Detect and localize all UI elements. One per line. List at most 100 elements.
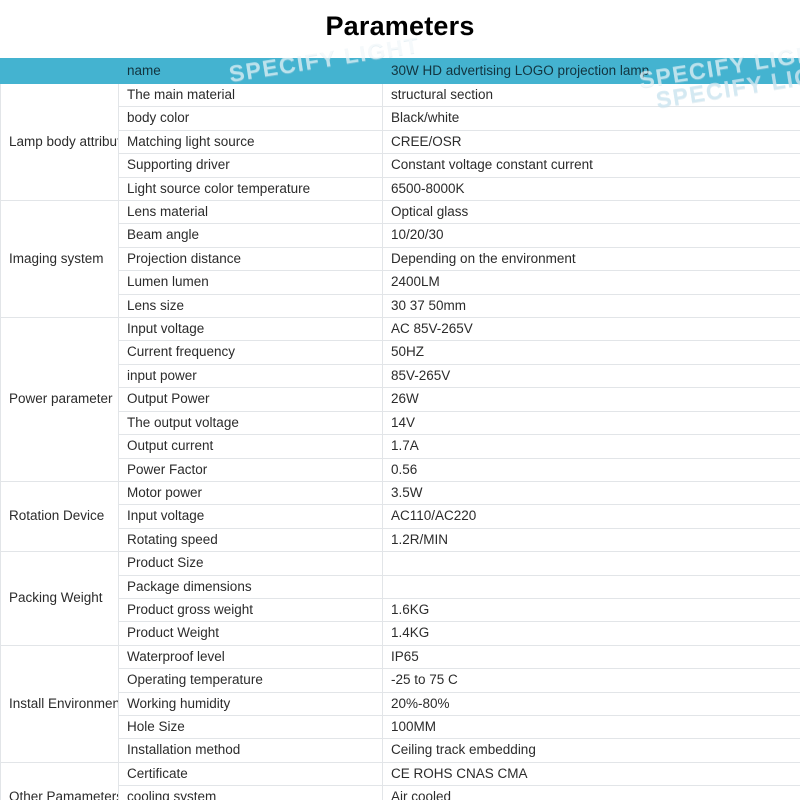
table-row: Lamp body attribute The main material stru… <box>0 82 800 202</box>
specifications-table: name 30W HD advertising LOGO projection … <box>0 58 800 800</box>
row-value-cell: Optical glass <box>382 200 800 225</box>
row-name-cell: Operating temperature <box>118 668 383 693</box>
table-row: Lens size 30 37 50mm <box>1 293 800 319</box>
row-name-cell: Power Factor <box>118 457 383 482</box>
row-name-cell: Product Weight <box>118 621 383 646</box>
table-row: Rotating speed 1.2R/MIN <box>1 527 800 553</box>
row-value-cell: 85V-265V <box>382 363 800 389</box>
table-row: Beam angle 10/20/30 <box>1 223 800 248</box>
table-row: Output Power 26W <box>1 387 800 412</box>
header-cell-group <box>0 58 119 84</box>
row-value-cell: AC110/AC220 <box>382 504 800 529</box>
row-value-cell: Ceiling track embedding <box>382 738 800 763</box>
table-row: input power 85V-265V <box>1 363 800 389</box>
table-row: Operating temperature -25 to 75 C <box>1 668 800 693</box>
row-value-cell: 1.7A <box>382 434 800 459</box>
row-value-cell: 30 37 50mm <box>382 293 800 319</box>
table-row: Rotation Device Motor power 3.5W <box>0 480 800 553</box>
row-name-cell: The output voltage <box>118 410 383 436</box>
row-value-cell: 1.4KG <box>382 621 800 646</box>
row-value-cell: Depending on the environment <box>382 246 800 272</box>
row-value-cell: 10/20/30 <box>382 223 800 248</box>
table-row: Imaging system Lens material Optical glass <box>0 200 800 319</box>
table-row: body color Black/white <box>1 106 800 131</box>
row-value-cell <box>382 574 800 599</box>
row-name-cell: Lens size <box>118 293 383 319</box>
row-name-cell: Certificate <box>118 761 383 787</box>
row-value-cell: 26W <box>382 387 800 412</box>
row-name-cell: Motor power <box>118 480 383 506</box>
table-row: Install Environment Waterproof level IP65 <box>0 644 800 763</box>
row-name-cell: Supporting driver <box>118 153 383 178</box>
table-row: Output current 1.7A <box>1 434 800 459</box>
row-value-cell: 2400LM <box>382 270 800 295</box>
row-name-cell: Beam angle <box>118 223 383 248</box>
group-label-cell: Lamp body attribute <box>0 82 119 202</box>
header-cell-value: 30W HD advertising LOGO projection lamp <box>382 58 800 84</box>
header-row: name 30W HD advertising LOGO projection … <box>0 58 800 84</box>
table-row: The output voltage 14V <box>1 410 800 436</box>
group-label-cell: Power parameter <box>0 317 119 482</box>
group-label-cell: Imaging system <box>0 200 119 319</box>
table-row: Package dimensions <box>1 574 800 599</box>
row-name-cell: Current frequency <box>118 340 383 365</box>
row-name-cell: Input voltage <box>118 504 383 529</box>
row-value-cell: 3.5W <box>382 480 800 506</box>
row-name-cell: Installation method <box>118 738 383 763</box>
row-name-cell: Lumen lumen <box>118 270 383 295</box>
table-row: Light source color temperature 6500-8000K <box>1 176 800 202</box>
table-row: Hole Size 100MM <box>1 714 800 740</box>
row-name-cell: Output current <box>118 434 383 459</box>
row-name-cell: Rotating speed <box>118 527 383 553</box>
row-value-cell: IP65 <box>382 644 800 670</box>
row-name-cell: Product Size <box>118 551 383 576</box>
table-row: Projection distance Depending on the envi… <box>1 246 800 272</box>
parameters-page: Parameters name 30W HD advertising LOGO … <box>0 0 800 800</box>
table-row: Power parameter Input voltage AC 85V-265V <box>0 317 800 482</box>
row-value-cell: Constant voltage constant current <box>382 153 800 178</box>
group-label-cell: Install Environment <box>0 644 119 763</box>
row-name-cell: Product gross weight <box>118 597 383 623</box>
row-value-cell: 20%-80% <box>382 691 800 716</box>
row-name-cell: Working humidity <box>118 691 383 716</box>
table-row: cooling system Air cooled <box>1 785 800 800</box>
row-name-cell: Package dimensions <box>118 574 383 599</box>
table-row: Product gross weight 1.6KG <box>1 597 800 623</box>
row-value-cell <box>382 551 800 576</box>
table-header: name 30W HD advertising LOGO projection … <box>0 58 800 84</box>
table-row: Packing Weight Product Size <box>0 551 800 646</box>
row-value-cell: CE ROHS CNAS CMA <box>382 761 800 787</box>
row-value-cell: 14V <box>382 410 800 436</box>
row-value-cell: 100MM <box>382 714 800 740</box>
row-name-cell: The main material <box>118 82 383 108</box>
table-row: Installation method Ceiling track embeddi… <box>1 738 800 763</box>
row-name-cell: cooling system <box>118 785 383 800</box>
table-row: Other Pamameters Certificate CE ROHS CNAS … <box>0 761 800 800</box>
row-name-cell: Matching light source <box>118 129 383 155</box>
group-label-cell: Other Pamameters <box>0 761 119 800</box>
row-name-cell: Hole Size <box>118 714 383 740</box>
row-name-cell: Output Power <box>118 387 383 412</box>
row-value-cell: Black/white <box>382 106 800 131</box>
row-value-cell: AC 85V-265V <box>382 317 800 342</box>
table-row: Current frequency 50HZ <box>1 340 800 365</box>
row-value-cell: 1.6KG <box>382 597 800 623</box>
row-value-cell: CREE/OSR <box>382 129 800 155</box>
row-name-cell: Input voltage <box>118 317 383 342</box>
row-name-cell: Light source color temperature <box>118 176 383 202</box>
row-name-cell: Projection distance <box>118 246 383 272</box>
row-value-cell: structural section <box>382 82 800 108</box>
table-row: Working humidity 20%-80% <box>1 691 800 716</box>
page-title: Parameters <box>325 11 475 41</box>
row-value-cell: -25 to 75 C <box>382 668 800 693</box>
row-value-cell: 0.56 <box>382 457 800 482</box>
table-row: Power Factor 0.56 <box>1 457 800 482</box>
row-name-cell: input power <box>118 363 383 389</box>
row-name-cell: Lens material <box>118 200 383 225</box>
row-value-cell: 1.2R/MIN <box>382 527 800 553</box>
table-row: Supporting driver Constant voltage consta… <box>1 153 800 178</box>
row-value-cell: 50HZ <box>382 340 800 365</box>
row-value-cell: 6500-8000K <box>382 176 800 202</box>
table-body: Lamp body attribute The main material stru… <box>0 82 800 800</box>
row-name-cell: body color <box>118 106 383 131</box>
